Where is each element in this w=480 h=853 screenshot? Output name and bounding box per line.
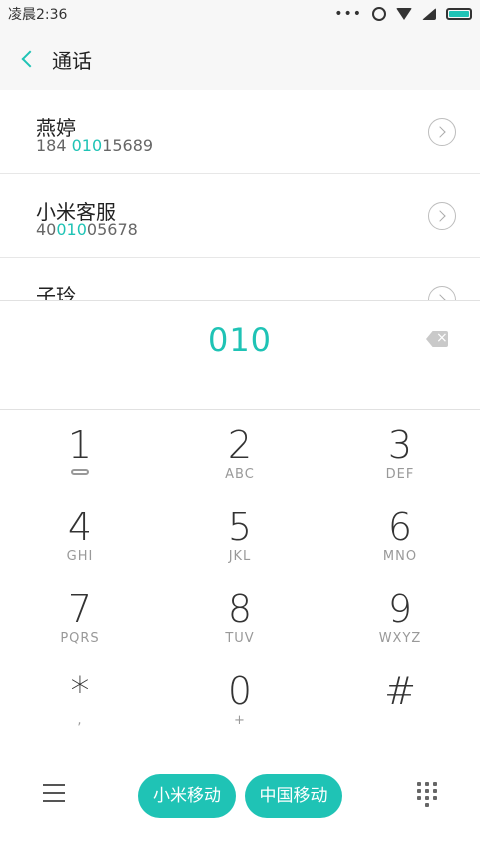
call-sim2-button[interactable]: 中国移动 [245,774,342,818]
dialed-number[interactable]: 010 [0,321,480,359]
signal-icon [422,8,436,20]
status-icons: ••• [334,6,472,22]
dialpad-toggle-icon[interactable] [417,782,437,807]
key-3[interactable]: 3 DEF [320,411,480,491]
key-0[interactable]: 0 + [160,657,320,737]
alarm-icon [372,7,386,21]
menu-icon[interactable] [43,784,65,802]
key-8[interactable]: 8 TUV [160,575,320,655]
contact-row[interactable]: 子玲 [0,258,480,300]
contact-number: 4001005678 [36,220,138,239]
contact-suggestions: 燕婷 184 01015689 小米客服 4001005678 子玲 [0,90,480,300]
key-2[interactable]: 2 ABC [160,411,320,491]
status-time: 凌晨2:36 [8,7,68,23]
more-notifications-icon: ••• [334,6,362,22]
backspace-icon[interactable]: × [426,330,448,347]
status-bar: 凌晨2:36 ••• [0,0,480,28]
key-5[interactable]: 5 JKL [160,493,320,573]
call-sim1-button[interactable]: 小米移动 [138,774,236,818]
key-1[interactable]: 1 [0,411,160,491]
contact-detail-button[interactable] [428,286,456,300]
contact-row[interactable]: 燕婷 184 01015689 [0,90,480,174]
key-hash[interactable]: # [320,657,480,737]
key-9[interactable]: 9 WXYZ [320,575,480,655]
header: 通话 [0,28,480,90]
contact-name: 子玲 [36,284,76,300]
key-7[interactable]: 7 PQRS [0,575,160,655]
page-title: 通话 [52,48,92,73]
dial-input-area: 010 × [0,300,480,410]
contact-number: 184 01015689 [36,136,154,155]
wifi-icon [396,8,412,20]
key-star[interactable]: * , [0,657,160,737]
contact-detail-button[interactable] [428,118,456,146]
voicemail-icon [71,469,89,475]
battery-icon [446,8,472,20]
key-6[interactable]: 6 MNO [320,493,480,573]
contact-row[interactable]: 小米客服 4001005678 [0,174,480,258]
contact-detail-button[interactable] [428,202,456,230]
key-4[interactable]: 4 GHI [0,493,160,573]
bottom-bar: 小米移动 中国移动 [0,770,480,826]
back-icon[interactable] [18,50,36,68]
